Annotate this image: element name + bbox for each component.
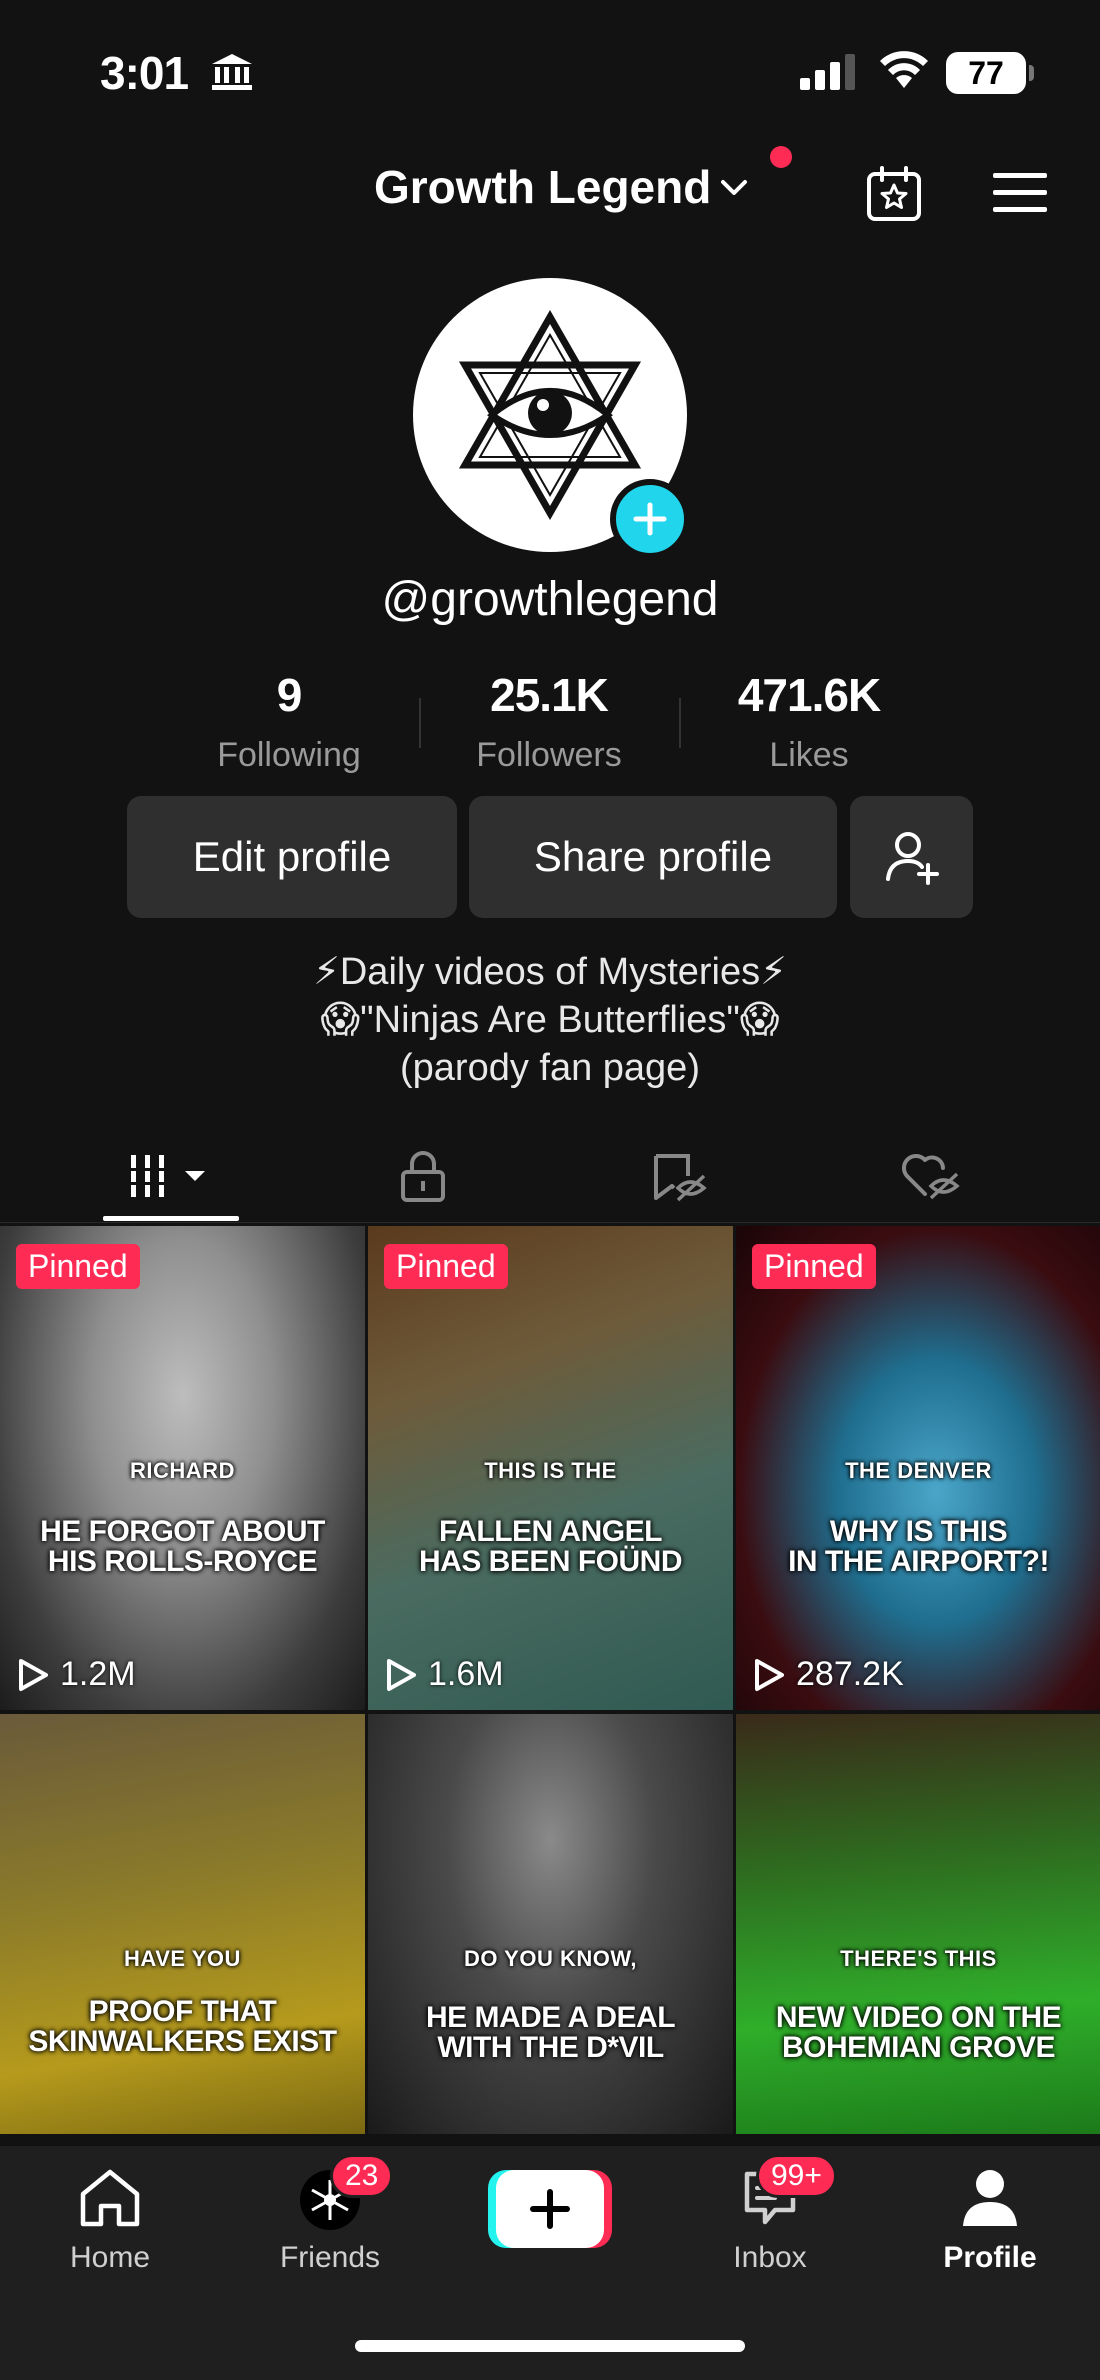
pinned-badge: Pinned xyxy=(16,1244,140,1289)
thumbnail-caption-small: HAVE YOU xyxy=(124,1946,241,1971)
video-thumbnail[interactable]: HAVE YOU PROOF THAT SKINWALKERS EXIST xyxy=(0,1714,365,2134)
home-icon xyxy=(80,2169,140,2227)
thumbnail-caption-small: THIS IS THE xyxy=(484,1458,617,1483)
bio-line: ⚡Daily videos of Mysteries⚡ xyxy=(313,951,787,993)
hidden-bookmark-icon xyxy=(653,1154,707,1202)
nav-label: Home xyxy=(69,2241,151,2274)
profile-handle: @growthlegend xyxy=(381,573,719,626)
menu-icon[interactable] xyxy=(990,170,1050,216)
bio-line: 😱"Ninjas Are Butterflies"😱 xyxy=(320,999,780,1041)
tab-liked[interactable] xyxy=(792,1128,1067,1224)
edit-profile-button[interactable]: Edit profile xyxy=(127,796,457,918)
thumbnail-caption-line2: SKINWALKERS EXIST xyxy=(28,2025,337,2058)
thumbnail-caption-line1: PROOF THAT xyxy=(88,1995,277,2028)
battery-indicator: 77 xyxy=(946,52,1034,94)
add-avatar-button[interactable] xyxy=(610,479,690,559)
chevron-down-icon xyxy=(721,180,748,195)
stat-label: Following xyxy=(217,736,361,774)
bio-line: (parody fan page) xyxy=(400,1047,700,1089)
status-bar: 3:01 77 xyxy=(0,0,1100,140)
share-profile-button[interactable]: Share profile xyxy=(469,796,837,918)
divider xyxy=(0,1222,1100,1223)
status-time: 3:01 xyxy=(100,47,189,99)
stat-following[interactable]: 9 Following xyxy=(169,668,409,775)
stat-label: Followers xyxy=(476,736,622,774)
play-icon xyxy=(19,1658,48,1691)
video-thumbnail[interactable]: Pinned THE DENVER WHY IS THIS IN THE AIR… xyxy=(736,1226,1100,1710)
pinned-badge: Pinned xyxy=(384,1244,508,1289)
thumbnail-caption-line1: WHY IS THIS xyxy=(829,1515,1008,1548)
plus-icon xyxy=(633,502,667,536)
stat-likes[interactable]: 471.6K Likes xyxy=(689,668,929,775)
lock-icon xyxy=(400,1151,445,1202)
notification-dot xyxy=(770,146,792,168)
tab-favorites[interactable] xyxy=(540,1128,815,1224)
thumbnail-caption-line2: HAS BEEN FOÜND xyxy=(418,1545,683,1578)
thumbnail-caption-line2: WITH THE D*VIL xyxy=(437,2031,664,2064)
pinned-badge: Pinned xyxy=(752,1244,876,1289)
stat-divider xyxy=(679,698,681,748)
nav-label: Profile xyxy=(943,2241,1037,2274)
calendar-star-icon[interactable] xyxy=(864,164,924,224)
play-icon xyxy=(387,1658,416,1691)
thumbnail-caption-small: DO YOU KNOW, xyxy=(463,1946,638,1971)
content-tabs xyxy=(0,1128,1100,1224)
stat-value: 25.1K xyxy=(490,669,609,721)
thumbnail-caption-small: THERE'S THIS xyxy=(840,1946,997,1971)
active-tab-indicator xyxy=(103,1216,239,1221)
video-thumbnail[interactable]: DO YOU KNOW, HE MADE A DEAL WITH THE D*V… xyxy=(368,1714,733,2134)
stat-label: Likes xyxy=(769,736,849,774)
thumbnail-caption-small: THE DENVER xyxy=(845,1458,992,1483)
stat-divider xyxy=(419,698,421,748)
nav-label: Inbox xyxy=(733,2241,807,2274)
profile-bio: ⚡Daily videos of Mysteries⚡ 😱"Ninjas Are… xyxy=(0,948,1100,1092)
account-switcher[interactable]: Growth Legend xyxy=(374,160,751,214)
bank-icon xyxy=(212,54,252,90)
nav-home[interactable]: Home xyxy=(30,2166,190,2275)
view-count-text: 287.2K xyxy=(796,1655,904,1693)
wifi-icon xyxy=(880,51,928,88)
view-count: 287.2K xyxy=(752,1655,904,1694)
profile-header: Growth Legend xyxy=(0,150,1100,240)
nav-label: Friends xyxy=(279,2241,381,2274)
signal-icon xyxy=(800,54,855,90)
tab-videos[interactable] xyxy=(34,1128,309,1224)
friends-badge: 23 xyxy=(330,2154,394,2198)
account-title: Growth Legend xyxy=(374,161,712,213)
add-friend-button[interactable] xyxy=(850,796,973,918)
view-count: 1.2M xyxy=(16,1655,136,1694)
thumbnail-caption-line2: IN THE AIRPORT?! xyxy=(788,1545,1049,1578)
video-thumbnail[interactable]: Pinned THIS IS THE FALLEN ANGEL HAS BEEN… xyxy=(368,1226,733,1710)
profile-icon xyxy=(963,2170,1017,2226)
inbox-badge: 99+ xyxy=(756,2154,837,2198)
grid-videos-icon xyxy=(126,1155,205,1197)
tab-private[interactable] xyxy=(285,1128,560,1224)
view-count: 1.6M xyxy=(384,1655,504,1694)
thumbnail-caption-small: RICHARD xyxy=(130,1458,235,1483)
thumbnail-caption-line2: HIS ROLLS-ROYCE xyxy=(47,1545,318,1578)
thumbnail-caption-line1: NEW VIDEO ON THE xyxy=(775,2001,1062,2034)
view-count-text: 1.2M xyxy=(60,1655,136,1693)
stat-followers[interactable]: 25.1K Followers xyxy=(429,668,669,775)
video-thumbnail[interactable]: THERE'S THIS NEW VIDEO ON THE BOHEMIAN G… xyxy=(736,1714,1100,2134)
create-button[interactable] xyxy=(488,2170,612,2248)
thumbnail-caption-line1: FALLEN ANGEL xyxy=(439,1515,662,1548)
add-user-icon xyxy=(885,832,939,885)
thumbnail-caption-line2: BOHEMIAN GROVE xyxy=(781,2031,1056,2064)
stat-value: 471.6K xyxy=(737,669,881,721)
view-count-text: 1.6M xyxy=(428,1655,504,1693)
video-thumbnail[interactable]: Pinned RICHARD HE FORGOT ABOUT HIS ROLLS… xyxy=(0,1226,365,1710)
thumbnail-caption-line1: HE MADE A DEAL xyxy=(425,2001,676,2034)
home-indicator xyxy=(355,2340,745,2352)
nav-profile[interactable]: Profile xyxy=(910,2166,1070,2275)
stat-value: 9 xyxy=(276,669,303,721)
thumbnail-caption-line1: HE FORGOT ABOUT xyxy=(40,1515,325,1548)
play-icon xyxy=(755,1658,784,1691)
hidden-heart-icon xyxy=(901,1153,960,1200)
